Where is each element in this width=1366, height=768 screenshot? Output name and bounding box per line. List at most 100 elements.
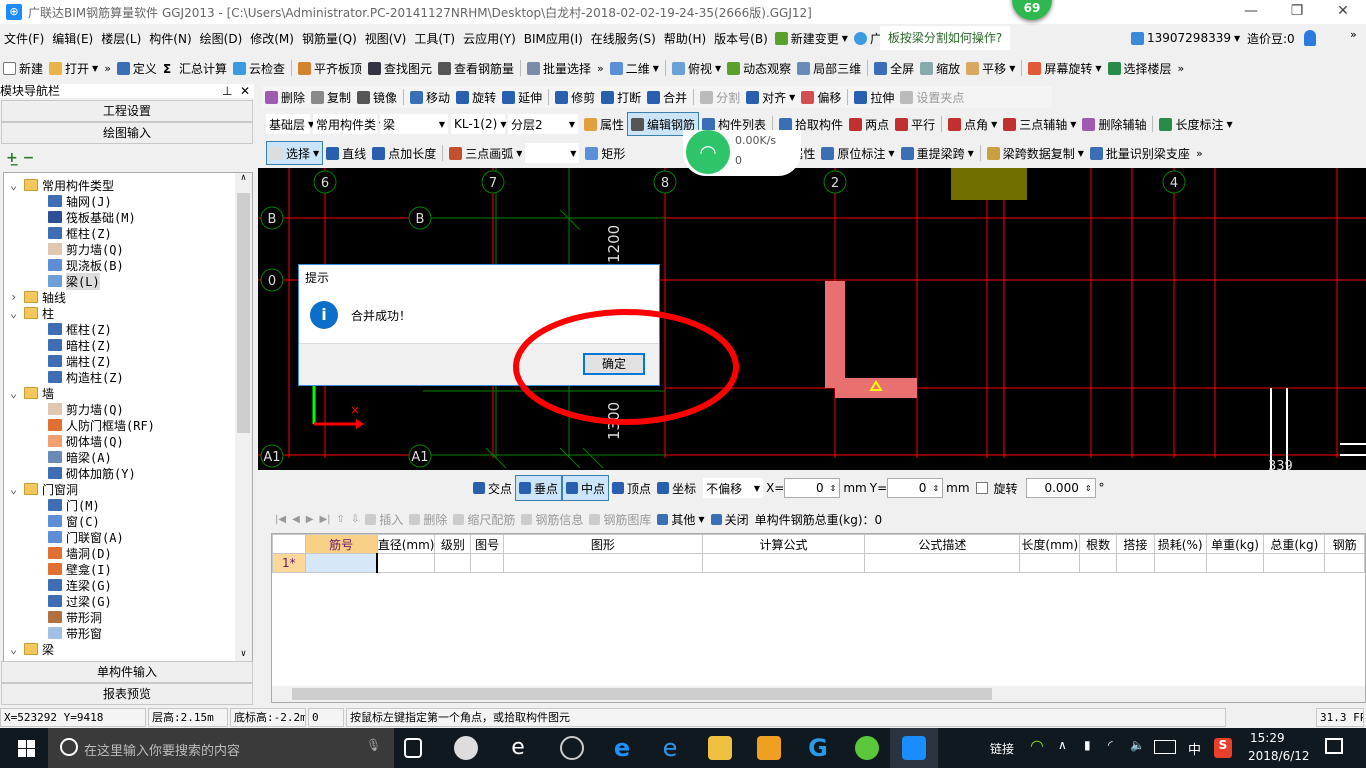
toolbar-button[interactable]: Σ 汇总计算 (160, 55, 230, 81)
table-cell[interactable] (1324, 553, 1365, 573)
snap-vertex[interactable]: 顶点 (609, 475, 654, 501)
toolbar-button[interactable]: 局部三维 (794, 55, 864, 81)
column-header[interactable]: 损耗(%) (1153, 534, 1207, 554)
component-select[interactable]: 分层2 ▼ (508, 114, 578, 134)
column-header[interactable]: 单重(kg) (1205, 534, 1265, 554)
snap-perpendicular[interactable]: 垂点 (515, 475, 563, 501)
glodon-g-icon[interactable]: G (806, 736, 830, 760)
microphone-icon[interactable]: 🎙 (366, 738, 381, 752)
account-menu[interactable]: 13907298339 ▼ (1128, 26, 1243, 50)
overflow-chevron-icon[interactable]: » (594, 55, 607, 81)
tree-node[interactable]: 端柱(Z) (48, 353, 112, 369)
menu-item[interactable]: 编辑(E) (48, 26, 97, 50)
action-center-icon[interactable] (1325, 738, 1343, 754)
toolbar-button[interactable]: 平行 (892, 112, 938, 136)
toolbar-button[interactable]: 设置夹点 (897, 86, 967, 108)
table-cell[interactable] (503, 553, 703, 573)
table-cell[interactable] (304, 553, 379, 573)
column-header[interactable]: 图形 (503, 534, 703, 554)
toolbar-button[interactable]: 新建 (0, 55, 46, 81)
column-header[interactable]: 直径(mm) (376, 534, 436, 554)
component-select[interactable]: 基础层 ▼ (266, 114, 314, 134)
expand-chevron-icon[interactable]: ⌄ (10, 306, 24, 320)
toolbar-button[interactable]: 梁跨数据复制 ▼ (984, 141, 1087, 165)
toolbar-button[interactable]: 选择 ▼ (266, 141, 324, 165)
restore-button[interactable]: ❐ (1274, 0, 1320, 24)
toolbar-button[interactable]: 点角 ▼ (945, 112, 1000, 136)
toolbar-button[interactable]: 选择楼层 (1105, 55, 1175, 81)
close-icon[interactable]: ✕ (240, 84, 250, 98)
column-header[interactable]: 计算公式 (701, 534, 866, 554)
windows-start-icon[interactable] (18, 740, 35, 757)
component-select[interactable]: 梁 ▼ (380, 114, 448, 134)
tree-node[interactable]: 筏板基础(M) (48, 209, 136, 225)
toolbar-button[interactable]: 三点画弧 ▼ (446, 141, 525, 165)
overflow-chevron-icon[interactable]: » (1350, 28, 1357, 41)
internet-explorer-icon[interactable]: e (658, 736, 682, 760)
close-button[interactable]: ✕ (1320, 0, 1366, 24)
pin-icon[interactable]: ⊥ (222, 84, 232, 98)
toolbar-button[interactable]: 两点 (846, 112, 892, 136)
menu-item[interactable]: 构件(N) (145, 26, 195, 50)
rotate-checkbox[interactable] (975, 482, 988, 494)
table-cell[interactable] (434, 553, 472, 573)
toolbar-button[interactable]: 移动 (407, 86, 453, 108)
tree-node[interactable]: 梁(L) (48, 272, 100, 290)
toolbar-button[interactable]: 缩放 (917, 55, 963, 81)
horizontal-scrollbar[interactable] (272, 686, 1365, 702)
overflow-chevron-icon[interactable]: » (1175, 55, 1188, 81)
menu-item[interactable]: 帮助(H) (660, 26, 710, 50)
column-header[interactable]: 搭接 (1116, 534, 1155, 554)
toolbar-button[interactable]: 查看钢筋量 (435, 55, 517, 81)
toolbar-button[interactable]: 对齐 ▼ (743, 86, 798, 108)
rebar-toolbar-button[interactable]: 缩尺配筋 (450, 508, 518, 530)
y-offset-input[interactable]: 0 ⇕ (887, 478, 944, 498)
tree-node[interactable]: 门联窗(A) (48, 529, 124, 545)
tree-node[interactable]: 人防门框墙(RF) (48, 417, 155, 433)
offset-mode-select[interactable]: 不偏移 ▼ (703, 478, 764, 498)
taskbar-search-box[interactable]: 在这里输入你要搜索的内容 🎙 (48, 728, 394, 768)
expand-all-icon[interactable]: +̲ − (6, 150, 34, 166)
tree-node[interactable]: 剪力墙(Q) (48, 401, 124, 417)
new-change-menu[interactable]: 新建变更 ▼ (772, 26, 851, 50)
column-header[interactable]: 筋号 (304, 534, 378, 554)
toolbar-button[interactable]: 二维 ▼ (607, 55, 662, 81)
green-browser-icon[interactable] (855, 736, 879, 760)
tree-node[interactable]: 轴网(J) (48, 193, 112, 209)
toolbar-button[interactable]: 平移 ▼ (963, 55, 1018, 81)
rebar-toolbar-button[interactable]: 关闭 (708, 508, 752, 530)
menu-item[interactable]: 绘图(D) (196, 26, 247, 50)
ie-browser-icon[interactable]: e (506, 736, 530, 760)
toolbar-button[interactable]: 复制 (308, 86, 354, 108)
rebar-toolbar-button[interactable]: 钢筋信息 (518, 508, 586, 530)
expand-chevron-icon[interactable]: › (10, 290, 24, 304)
tree-node[interactable]: 带形洞 (48, 609, 102, 625)
tree-node[interactable]: 构造柱(Z) (48, 369, 124, 385)
tree-node[interactable]: › 轴线 (10, 289, 66, 305)
toolbar-button[interactable]: 旋转 (453, 86, 499, 108)
tree-node[interactable]: ⌄ 柱 (10, 305, 54, 321)
browser-app-icon[interactable] (560, 736, 584, 760)
rotate-angle-input[interactable]: 0.000 ⇕ (1025, 478, 1096, 498)
active-app-tab[interactable] (890, 728, 938, 768)
toolbar-button[interactable]: 原位标注 ▼ (818, 141, 897, 165)
toolbar-button[interactable]: 屏幕旋转 ▼ (1025, 55, 1104, 81)
menu-item[interactable]: 视图(V) (361, 26, 411, 50)
volume-icon[interactable]: 🔈 (1130, 738, 1145, 752)
minimize-button[interactable]: — (1228, 0, 1274, 24)
show-hidden-icons-chevron[interactable]: ∧ (1058, 738, 1067, 752)
toolbar-button[interactable]: 全屏 (871, 55, 917, 81)
menu-item[interactable]: 云应用(Y) (459, 26, 520, 50)
table-cell[interactable] (864, 553, 1021, 573)
toolbar-button[interactable]: 重提梁跨 ▼ (898, 141, 977, 165)
single-component-input-button[interactable]: 单构件输入 (1, 661, 253, 683)
tree-node[interactable]: ⌄ 常用构件类型 (10, 177, 114, 193)
toolbar-button[interactable]: 批量识别梁支座 (1087, 141, 1193, 165)
toolbar-button[interactable]: 修剪 (552, 86, 598, 108)
table-cell[interactable] (701, 553, 866, 573)
draw-mode-select[interactable]: ▼ (525, 143, 580, 163)
tree-node[interactable]: ⌄ 梁 (10, 641, 54, 657)
tree-node[interactable]: 壁龛(I) (48, 561, 112, 577)
toolbar-button[interactable]: 平齐板顶 (295, 55, 365, 81)
notes-app-icon[interactable] (757, 736, 781, 760)
